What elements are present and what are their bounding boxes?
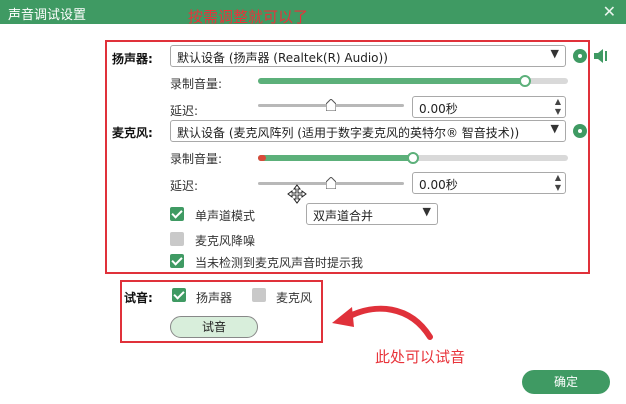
mono-mode-label: 单声道模式 — [195, 209, 256, 223]
speaker-delay-pointer-icon[interactable] — [326, 99, 336, 111]
mono-mode-checkbox[interactable] — [170, 207, 184, 221]
window-title: 声音调试设置 — [8, 8, 87, 23]
annotation-arrow-icon — [332, 305, 433, 340]
speaker-volume-label: 录制音量: — [170, 77, 223, 91]
speaker-device-select[interactable]: 默认设备 (扬声器 (Realtek(R) Audio)) ▼ — [170, 45, 566, 67]
ok-button[interactable]: 确定 — [522, 370, 610, 394]
noise-reduction-checkbox[interactable] — [170, 232, 184, 246]
speaker-label: 扬声器: — [112, 52, 153, 66]
chevron-down-icon: ▼ — [550, 47, 559, 60]
annotation-top: 按需调整就可以了 — [188, 8, 309, 26]
notify-checkbox[interactable] — [170, 254, 184, 268]
spin-arrows[interactable]: ▲ ▼ — [555, 97, 561, 117]
spin-down-icon[interactable]: ▼ — [555, 183, 561, 193]
speaker-volume-knob[interactable] — [518, 75, 531, 87]
spin-down-icon[interactable]: ▼ — [555, 107, 561, 117]
mic-volume-knob[interactable] — [407, 152, 419, 164]
speaker-settings-gear-icon[interactable] — [573, 49, 587, 63]
test-mic-label: 麦克风 — [276, 291, 313, 305]
chevron-down-icon: ▼ — [550, 122, 559, 135]
spin-arrows[interactable]: ▲ ▼ — [555, 173, 561, 193]
title-bar: 声音调试设置 ✕ — [0, 0, 626, 24]
mono-mode-select[interactable]: 双声道合并 ▼ — [306, 203, 438, 225]
test-button[interactable]: 试音 — [170, 316, 258, 338]
mic-label: 麦克风: — [112, 126, 153, 140]
mic-level-indicator — [258, 155, 266, 161]
chevron-down-icon: ▼ — [422, 205, 431, 218]
notify-label: 当未检测到麦克风声音时提示我 — [195, 256, 364, 270]
speaker-delay-label: 延迟: — [170, 104, 199, 118]
speaker-delay-value: 0.00秒 — [419, 102, 458, 116]
mic-volume-fill — [258, 155, 413, 161]
test-label: 试音: — [124, 291, 153, 305]
mic-delay-value: 0.00秒 — [419, 178, 458, 192]
mic-volume-label: 录制音量: — [170, 152, 223, 166]
speaker-volume-fill — [258, 78, 525, 84]
speaker-delay-input[interactable]: 0.00秒 ▲ ▼ — [412, 96, 566, 118]
spin-up-icon[interactable]: ▲ — [555, 173, 561, 183]
annotation-bottom: 此处可以试音 — [375, 348, 466, 366]
move-cursor-icon — [287, 184, 307, 204]
mic-settings-gear-icon[interactable] — [573, 124, 587, 138]
mic-delay-label: 延迟: — [170, 179, 199, 193]
test-speaker-label: 扬声器 — [196, 291, 233, 305]
test-speaker-checkbox[interactable] — [172, 288, 186, 302]
noise-reduction-label: 麦克风降噪 — [195, 234, 256, 248]
test-mic-checkbox[interactable] — [252, 288, 266, 302]
close-icon[interactable]: ✕ — [603, 2, 616, 21]
speaker-device-value: 默认设备 (扬声器 (Realtek(R) Audio)) — [177, 51, 388, 65]
speaker-test-icon[interactable] — [593, 48, 609, 64]
mic-device-value: 默认设备 (麦克风阵列 (适用于数字麦克风的英特尔® 智音技术)) — [177, 126, 520, 140]
mic-device-select[interactable]: 默认设备 (麦克风阵列 (适用于数字麦克风的英特尔® 智音技术)) ▼ — [170, 120, 566, 142]
mic-delay-pointer-icon[interactable] — [326, 177, 336, 189]
mono-mode-value: 双声道合并 — [313, 209, 374, 223]
spin-up-icon[interactable]: ▲ — [555, 97, 561, 107]
mic-delay-input[interactable]: 0.00秒 ▲ ▼ — [412, 172, 566, 194]
